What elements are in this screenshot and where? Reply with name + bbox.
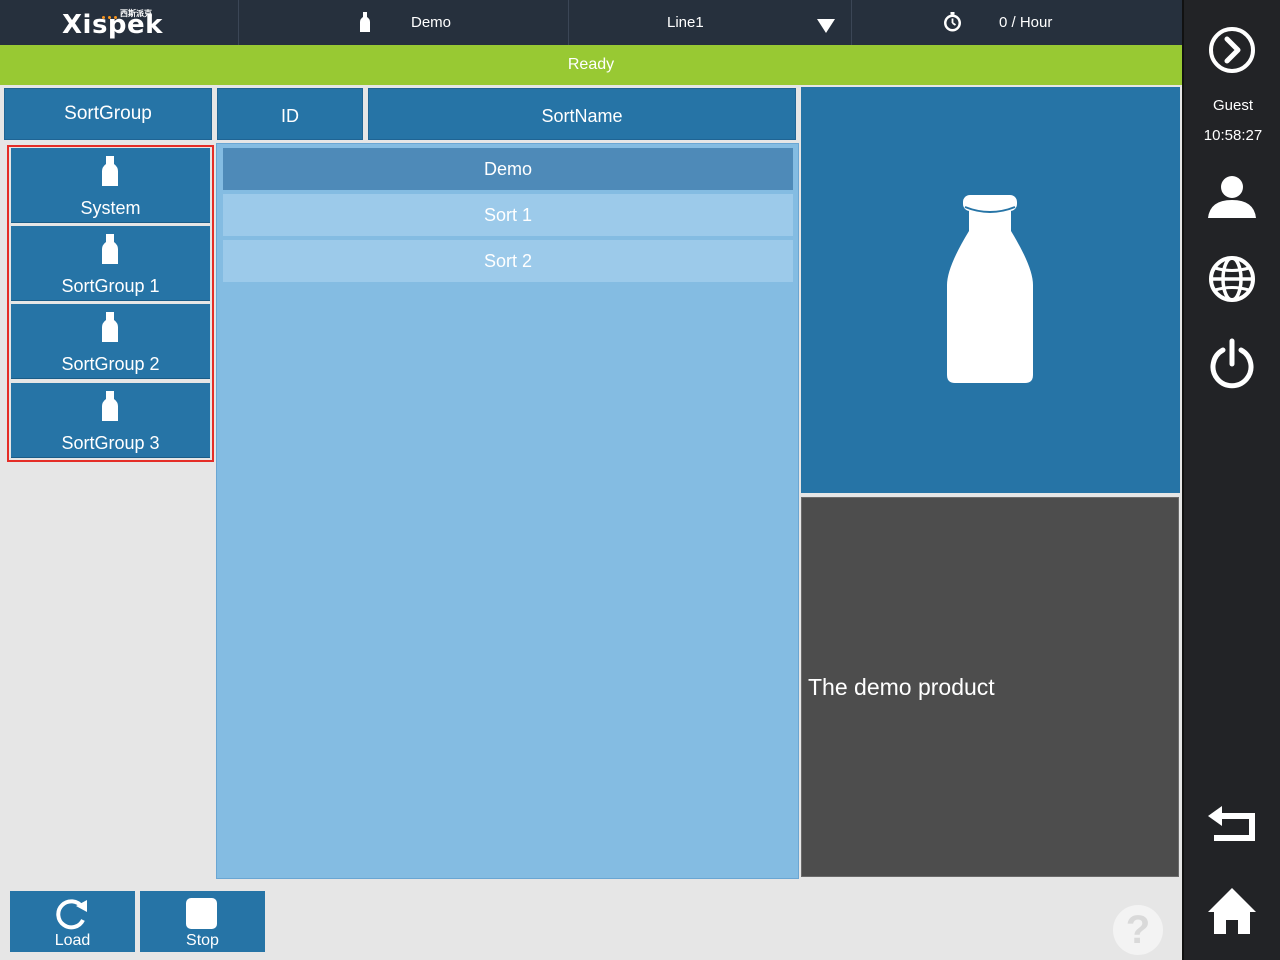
bottle-icon xyxy=(102,156,118,186)
rate-display: 0 / Hour xyxy=(851,0,1183,45)
sortgroup-label: SortGroup 3 xyxy=(61,433,160,453)
back-icon[interactable] xyxy=(1206,800,1258,852)
right-sidebar: Guest 10:58:27 xyxy=(1182,0,1280,960)
sort-list-panel: Demo Sort 1 Sort 2 xyxy=(216,143,799,879)
id-column-header[interactable]: ID xyxy=(217,88,363,140)
product-description: The demo product xyxy=(808,674,995,700)
bottle-icon xyxy=(947,195,1033,383)
dropdown-arrow-icon[interactable] xyxy=(817,19,835,33)
load-label: Load xyxy=(54,932,91,949)
home-icon[interactable] xyxy=(1206,886,1258,938)
sortgroup-list: System SortGroup 1 SortGroup 2 SortGroup… xyxy=(7,145,214,462)
sortname-column-header[interactable]: SortName xyxy=(368,88,796,140)
sortgroup-label: SortGroup 1 xyxy=(61,276,160,296)
reload-icon xyxy=(56,899,87,930)
product-image-panel xyxy=(801,87,1180,493)
power-icon[interactable] xyxy=(1206,338,1258,390)
product-description-panel: The demo product xyxy=(801,497,1179,877)
sortgroup-item-3[interactable]: SortGroup 3 xyxy=(11,383,210,458)
line-name: Line1 xyxy=(667,14,704,31)
bottle-icon xyxy=(102,234,118,264)
brand-logo: Xispek 西斯派克 xyxy=(62,6,182,40)
sort-row-sort1[interactable]: Sort 1 xyxy=(223,194,793,236)
current-user: Guest xyxy=(1212,97,1254,114)
sortgroup-item-system[interactable]: System xyxy=(11,148,210,223)
load-button[interactable]: Load xyxy=(10,891,135,952)
sortgroup-label: System xyxy=(80,198,141,218)
stop-label: Stop xyxy=(186,932,219,949)
forward-icon[interactable] xyxy=(1206,24,1258,76)
help-icon[interactable]: ? xyxy=(1113,905,1163,955)
line-selector[interactable]: Line1 xyxy=(568,0,852,45)
product-name: Demo xyxy=(411,14,452,31)
globe-icon[interactable] xyxy=(1206,253,1258,305)
clock-icon xyxy=(944,12,961,32)
bottle-icon xyxy=(360,12,370,32)
sortgroup-label: SortGroup 2 xyxy=(61,354,160,374)
user-icon[interactable] xyxy=(1206,172,1258,224)
rate-value: 0 / Hour xyxy=(999,14,1053,31)
sortgroup-item-2[interactable]: SortGroup 2 xyxy=(11,304,210,379)
sortgroup-item-1[interactable]: SortGroup 1 xyxy=(11,226,210,301)
sort-row-demo[interactable]: Demo xyxy=(223,148,793,190)
current-time: 10:58:27 xyxy=(1203,127,1263,144)
sort-row-sort2[interactable]: Sort 2 xyxy=(223,240,793,282)
stop-icon xyxy=(186,898,217,929)
top-bar: Xispek 西斯派克 Demo Line1 0 / Hour xyxy=(0,0,1182,45)
product-selector[interactable]: Demo xyxy=(238,0,569,45)
sortgroup-header: SortGroup xyxy=(4,88,212,140)
stop-button[interactable]: Stop xyxy=(140,891,265,952)
brand-subtitle: 西斯派克 xyxy=(120,9,152,18)
status-bar: Ready xyxy=(0,45,1182,85)
bottle-icon xyxy=(102,312,118,342)
bottle-icon xyxy=(102,391,118,421)
